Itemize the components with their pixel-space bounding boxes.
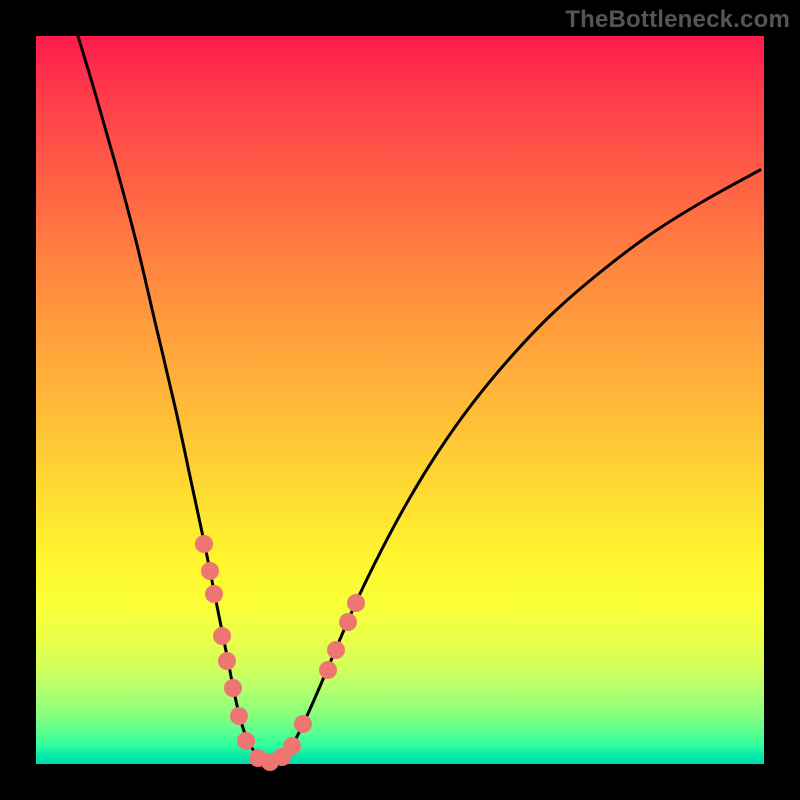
data-marker <box>294 715 312 733</box>
watermark-text: TheBottleneck.com <box>565 6 790 34</box>
data-marker <box>283 737 301 755</box>
data-marker <box>339 613 357 631</box>
data-markers <box>195 535 365 771</box>
data-marker <box>213 627 231 645</box>
data-marker <box>319 661 337 679</box>
chart-svg <box>36 36 764 764</box>
bottleneck-curve <box>78 36 760 763</box>
data-marker <box>327 641 345 659</box>
data-marker <box>230 707 248 725</box>
data-marker <box>195 535 213 553</box>
data-marker <box>224 679 242 697</box>
data-marker <box>347 594 365 612</box>
chart-frame: TheBottleneck.com <box>0 0 800 800</box>
data-marker <box>218 652 236 670</box>
data-marker <box>205 585 223 603</box>
data-marker <box>201 562 219 580</box>
plot-area <box>36 36 764 764</box>
data-marker <box>237 732 255 750</box>
